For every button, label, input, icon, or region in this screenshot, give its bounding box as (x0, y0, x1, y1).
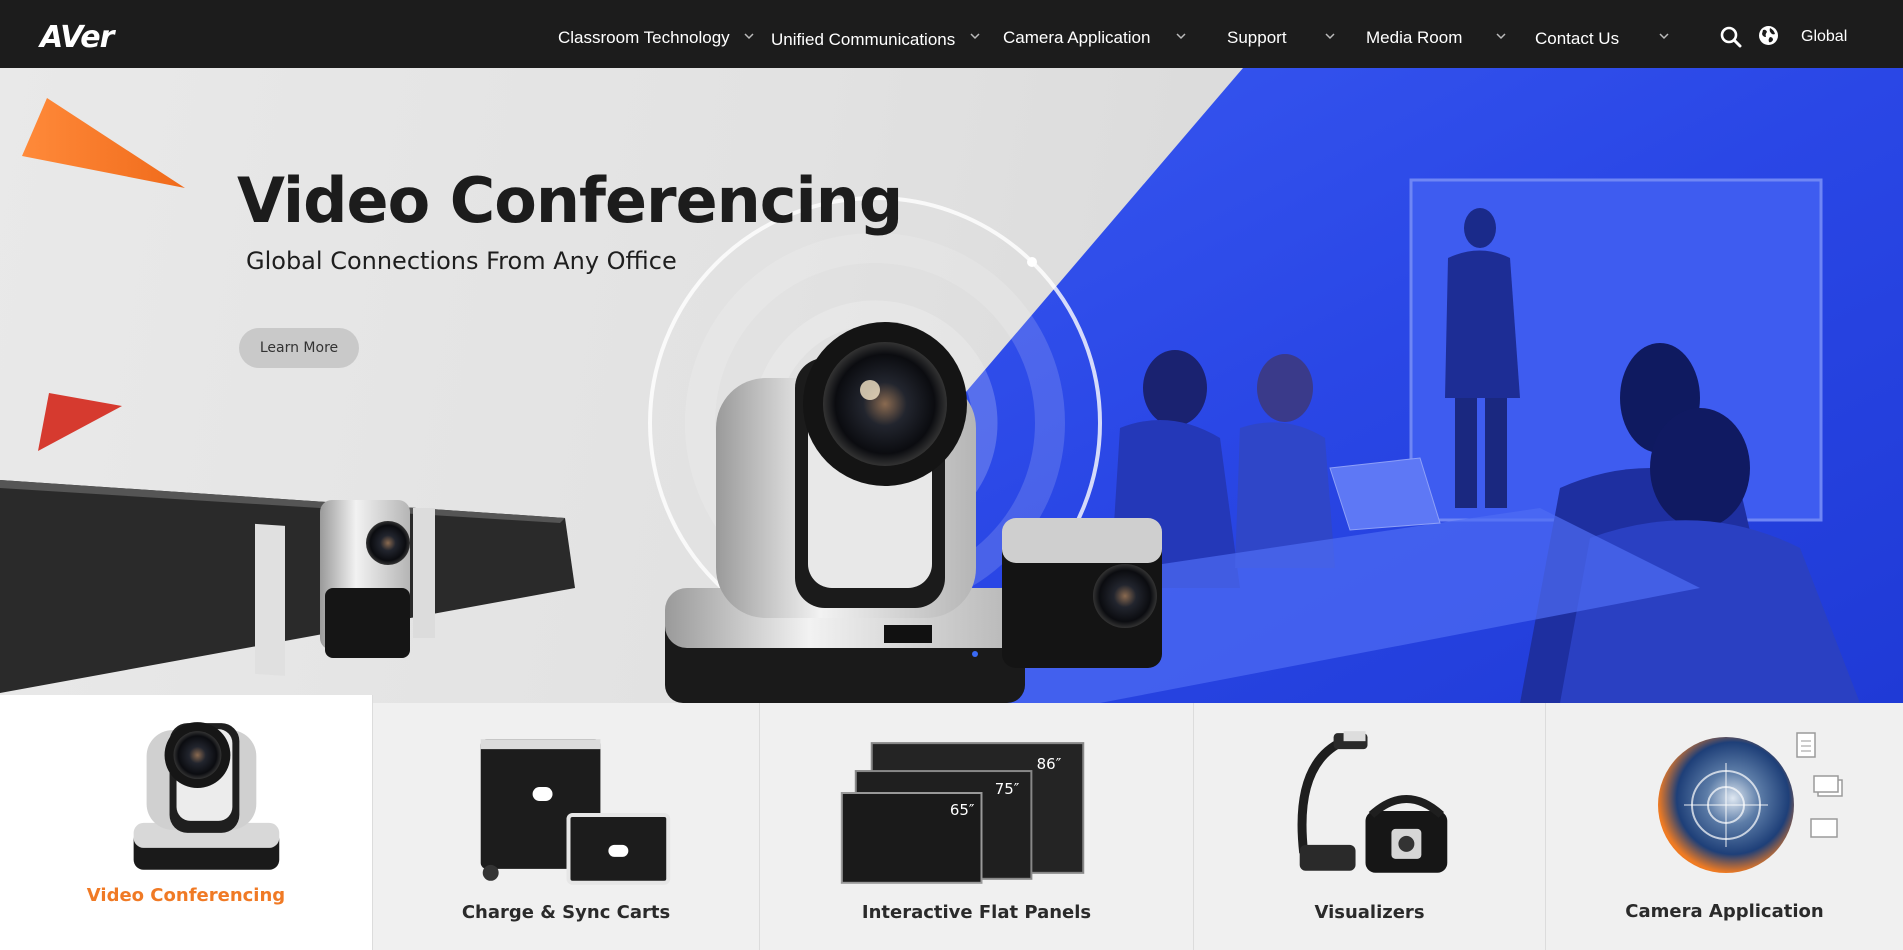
category-charge-sync-carts[interactable]: Charge & Sync Carts (373, 703, 760, 950)
nav-contact-us[interactable]: Contact Us (1535, 29, 1619, 49)
nav-support[interactable]: Support (1227, 28, 1287, 48)
hero-title: Video Conferencing (237, 164, 903, 237)
search-icon[interactable] (1720, 26, 1742, 48)
chevron-down-icon[interactable] (1494, 31, 1508, 41)
category-label: Interactive Flat Panels (861, 902, 1092, 923)
nav-classroom-technology[interactable]: Classroom Technology (558, 28, 730, 48)
chevron-down-icon[interactable] (1323, 31, 1337, 41)
chevron-down-icon[interactable] (968, 31, 982, 41)
category-visualizers[interactable]: Visualizers (1194, 703, 1546, 950)
nav-media-room[interactable]: Media Room (1366, 28, 1462, 48)
charging-cart-icon (480, 739, 671, 885)
top-nav: AVer Classroom Technology Unified Commun… (0, 0, 1903, 68)
chevron-down-icon[interactable] (1657, 31, 1671, 41)
panel-size-65: 65″ (950, 801, 975, 819)
flat-panel-icon: 86″ 75″ 65″ (840, 742, 1085, 884)
globe-icon[interactable] (1758, 25, 1779, 46)
category-label: Video Conferencing (86, 885, 286, 906)
category-label: Charge & Sync Carts (461, 902, 671, 923)
category-label: Visualizers (1314, 902, 1425, 923)
aver-logo[interactable]: AVer (40, 20, 114, 55)
learn-more-button[interactable]: Learn More (239, 328, 359, 368)
ptz-camera-icon (133, 722, 280, 870)
chevron-down-icon[interactable] (742, 31, 756, 41)
panel-size-75: 75″ (995, 780, 1020, 798)
panel-size-86: 86″ (1037, 755, 1062, 773)
category-label: Camera Application (1625, 901, 1824, 922)
category-camera-application[interactable]: Camera Application (1546, 703, 1903, 950)
category-interactive-flat-panels[interactable]: 86″ 75″ 65″ Interactive Flat Panels (760, 703, 1194, 950)
region-selector[interactable]: Global (1801, 28, 1847, 46)
nav-camera-application[interactable]: Camera Application (1003, 28, 1150, 48)
camera-application-icon (1658, 732, 1843, 873)
hero-banner: Video Conferencing Global Connections Fr… (0, 68, 1903, 703)
chevron-down-icon[interactable] (1174, 31, 1188, 41)
document-camera-icon (1297, 731, 1448, 873)
hero-subtitle: Global Connections From Any Office (246, 247, 677, 275)
nav-unified-communications[interactable]: Unified Communications (771, 30, 955, 50)
category-video-conferencing[interactable]: Video Conferencing (0, 695, 373, 950)
category-strip: Video Conferencing Charge & Sync Carts 8… (0, 695, 1903, 950)
